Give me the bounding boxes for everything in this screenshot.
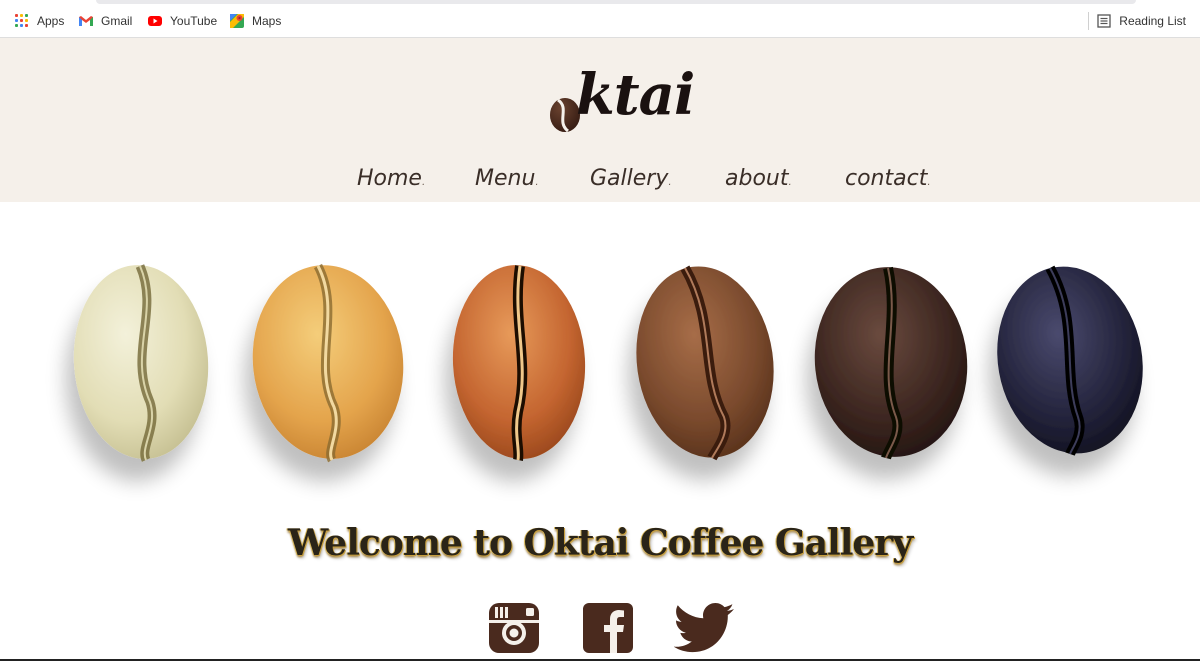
instagram-icon[interactable] (488, 602, 540, 654)
bean-dark-roast[interactable] (805, 260, 976, 465)
welcome-heading: Welcome to Oktai Coffee Gallery (287, 522, 913, 564)
reading-list-button[interactable]: Reading List (1096, 11, 1186, 31)
bookmark-label: Gmail (101, 14, 133, 28)
facebook-icon[interactable] (582, 602, 634, 654)
site-header: ktai Home Menu Gallery about contact (0, 38, 1200, 202)
bookmark-maps[interactable]: Maps (229, 11, 281, 31)
apps-grid-icon (14, 13, 30, 29)
nav-home[interactable]: Home (357, 166, 425, 191)
reading-list-icon (1096, 13, 1112, 29)
bookmark-apps[interactable]: Apps (14, 11, 64, 31)
bean-medium-roast[interactable] (448, 262, 590, 463)
address-bar-edge (96, 0, 1136, 4)
bean-light-roast[interactable] (243, 258, 412, 467)
youtube-icon (147, 13, 163, 29)
maps-icon (229, 13, 245, 29)
bookmarks-bar: Apps Gmail YouTube Maps Reading List (0, 0, 1200, 38)
bean-medium-dark-roast[interactable] (624, 257, 785, 466)
gmail-icon (78, 13, 94, 29)
bookmark-label: Maps (252, 14, 282, 28)
twitter-icon[interactable] (673, 602, 736, 654)
nav-contact[interactable]: contact (845, 166, 931, 191)
beans-illustration (67, 255, 1157, 467)
bean-darkest-roast[interactable] (983, 255, 1157, 465)
nav-about[interactable]: about (725, 166, 792, 191)
bookmark-youtube[interactable]: YouTube (147, 11, 217, 31)
nav-menu[interactable]: Menu (475, 166, 539, 191)
bookmark-gmail[interactable]: Gmail (78, 11, 132, 31)
bookmarks-divider (1088, 12, 1089, 30)
main-nav: Home Menu Gallery about contact (0, 162, 1200, 202)
reading-list-label: Reading List (1119, 14, 1186, 28)
nav-gallery[interactable]: Gallery (590, 166, 672, 191)
bean-raw[interactable] (67, 261, 214, 464)
bookmark-label: Apps (37, 14, 65, 28)
logo-text: ktai (576, 62, 695, 128)
site-logo[interactable]: ktai (548, 62, 708, 140)
bookmark-label: YouTube (170, 14, 218, 28)
coffee-beans-gallery (0, 202, 1200, 522)
